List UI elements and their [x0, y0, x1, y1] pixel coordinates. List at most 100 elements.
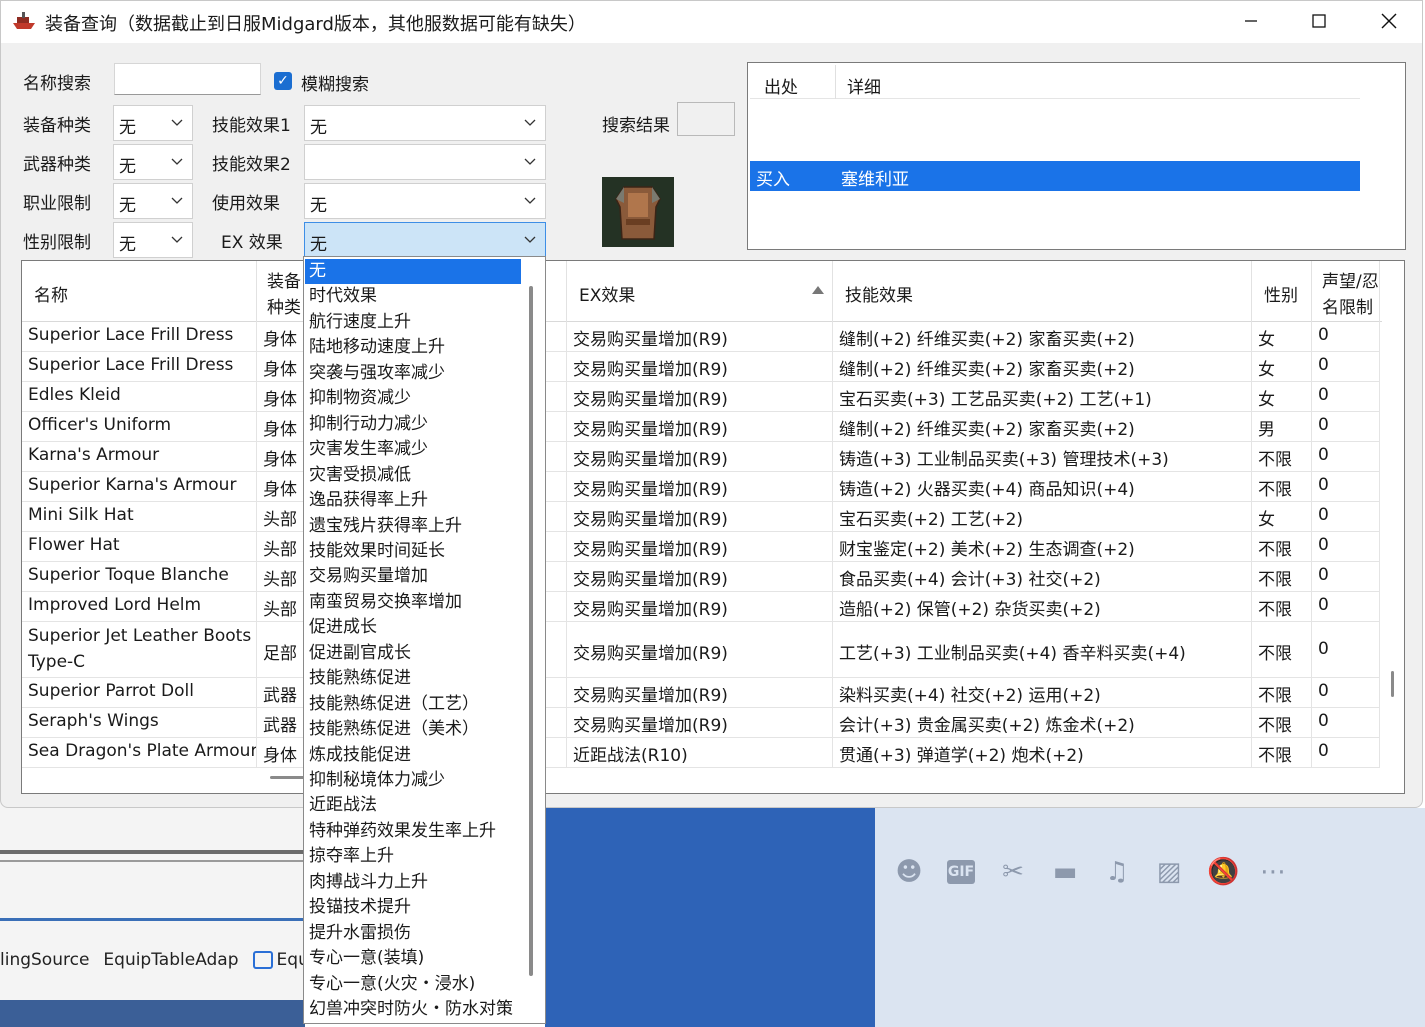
cell-type: 武器 — [257, 708, 305, 737]
dropdown-option[interactable]: 灾害发生率减少 — [305, 437, 521, 462]
dropdown-option[interactable]: 陆地移动速度上升 — [305, 335, 521, 360]
dropdown-option[interactable]: 掠夺率上升 — [305, 844, 521, 869]
cell-ex: 交易购买量增加(R9) — [567, 532, 833, 561]
dropdown-option[interactable]: 肉搏战斗力上升 — [305, 870, 521, 895]
close-button[interactable] — [1354, 1, 1424, 41]
folder-icon[interactable]: ▬ — [1051, 858, 1079, 886]
dropdown-option[interactable]: 灾害受损减低 — [305, 463, 521, 488]
table-row[interactable]: Superior Lace Frill Dress 身体 交易购买量增加(R9) 缝制… — [22, 352, 1380, 382]
skill-effect-1-select[interactable]: 无 — [304, 105, 546, 141]
col-ex-header[interactable]: EX效果 — [567, 261, 833, 322]
gender-limit-select[interactable]: 无 — [113, 222, 193, 258]
equip-type-select[interactable]: 无 — [113, 105, 193, 141]
image-icon[interactable]: ▨ — [1155, 858, 1183, 886]
fuzzy-search-checkbox[interactable]: ✓ — [274, 72, 292, 90]
detail-header[interactable]: 详细 — [847, 73, 881, 98]
cell-name: Superior Jet Leather Boots Type-C — [22, 622, 257, 677]
column-separator — [835, 65, 836, 99]
dropdown-option[interactable]: 投锚技术提升 — [305, 895, 521, 920]
dropdown-option[interactable]: 幻兽冲突时防火・防水对策 — [305, 997, 521, 1022]
dropdown-option[interactable]: 突袭与强攻率减少 — [305, 361, 521, 386]
cell-fame: 0 — [1312, 532, 1380, 561]
dropdown-scrollbar-thumb[interactable] — [529, 286, 533, 976]
cell-ex: 近距战法(R10) — [567, 738, 833, 767]
minimize-button[interactable] — [1216, 1, 1286, 41]
ide-tray-item[interactable]: Equip — [252, 950, 305, 970]
mute-bell-icon[interactable]: 🔕 — [1207, 858, 1239, 886]
weapon-type-select[interactable]: 无 — [113, 144, 193, 180]
dropdown-option[interactable]: 技能效果时间延长 — [305, 539, 521, 564]
music-icon[interactable]: ♫ — [1103, 858, 1131, 886]
table-row[interactable]: Officer's Uniform 身体 交易购买量增加(R9) 缝制(+2) 纤维买… — [22, 412, 1380, 442]
maximize-icon — [1312, 14, 1326, 28]
col-fame-header[interactable]: 声望/忍 名限制 — [1312, 261, 1380, 322]
dropdown-option[interactable]: 南蛮贸易交换率增加 — [305, 590, 521, 615]
gender-limit-label: 性别限制 — [23, 233, 91, 253]
dropdown-option[interactable]: 遗宝残片获得率上升 — [305, 514, 521, 539]
table-row[interactable]: Superior Lace Frill Dress 身体 交易购买量增加(R9) 缝制… — [22, 322, 1380, 352]
cell-type: 头部 — [257, 532, 305, 561]
table-row[interactable]: Sea Dragon's Plate Armour 身体 近距战法(R10) 贯通(+… — [22, 738, 1380, 768]
dropdown-option[interactable]: 航行速度上升 — [305, 310, 521, 335]
dropdown-option[interactable]: 技能熟练促进（工艺） — [305, 692, 521, 717]
job-limit-select[interactable]: 无 — [113, 183, 193, 219]
table-row[interactable]: Superior Parrot Doll 武器 交易购买量增加(R9) 染料买卖(+4… — [22, 678, 1380, 708]
dropdown-option[interactable]: 炼成技能促进 — [305, 743, 521, 768]
ide-tray-item[interactable]: EquipTableAdap — [103, 950, 238, 970]
use-effect-select[interactable]: 无 — [304, 183, 546, 219]
table-row[interactable]: Seraph's Wings 武器 交易购买量增加(R9) 会计(+3) 贵金属买卖(… — [22, 708, 1380, 738]
dropdown-option[interactable]: 无 — [305, 259, 521, 284]
col-type-header[interactable]: 装备 种类 — [257, 261, 305, 322]
title-bar[interactable]: 装备查询（数据截止到日服Midgard版本，其他服数据可能有缺失） — [1, 1, 1422, 43]
dropdown-option[interactable]: 专心一意(装填) — [305, 946, 521, 971]
table-row[interactable]: Improved Lord Helm 头部 交易购买量增加(R9) 造船(+2) 保管… — [22, 592, 1380, 622]
table-row[interactable]: Superior Toque Blanche 头部 交易购买量增加(R9) 食品买卖(… — [22, 562, 1380, 592]
dropdown-option[interactable]: 抑制物资减少 — [305, 386, 521, 411]
scissors-icon[interactable]: ✂ — [999, 858, 1027, 886]
ide-tray-item[interactable]: lingSource — [0, 950, 89, 970]
source-row-selected[interactable]: 买入 塞维利亚 — [750, 161, 1360, 191]
dropdown-option[interactable]: 逸品获得率上升 — [305, 488, 521, 513]
dropdown-option[interactable]: 时代效果 — [305, 284, 521, 309]
dropdown-option[interactable]: 交易购买量增加 — [305, 564, 521, 589]
dropdown-option[interactable]: 近距战法 — [305, 793, 521, 818]
table-row[interactable]: Karna's Armour 身体 交易购买量增加(R9) 铸造(+3) 工业制品买卖… — [22, 442, 1380, 472]
cell-fame: 0 — [1312, 678, 1380, 707]
table-row[interactable]: Edles Kleid 身体 交易购买量增加(R9) 宝石买卖(+3) 工艺品买卖(+… — [22, 382, 1380, 412]
dropdown-option[interactable]: 技能熟练促进 — [305, 666, 521, 691]
source-listview[interactable]: 出处 详细 买入 塞维利亚 — [747, 62, 1406, 250]
table-row[interactable]: Flower Hat 头部 交易购买量增加(R9) 财宝鉴定(+2) 美术(+2) 生… — [22, 532, 1380, 562]
table-row[interactable]: Superior Karna's Armour 身体 交易购买量增加(R9) 铸造(+… — [22, 472, 1380, 502]
dropdown-option[interactable]: 专心一意(火灾・浸水) — [305, 972, 521, 997]
dropdown-option[interactable]: 提升水雷损伤 — [305, 921, 521, 946]
col-name-header[interactable]: 名称 — [22, 261, 257, 322]
equipment-table[interactable]: 名称 装备 种类 EX效果 技能效果 性别 声望/忍 名限制 Superior La… — [21, 260, 1405, 794]
dropdown-option[interactable]: 抑制行动力减少 — [305, 412, 521, 437]
cell-gender: 不限 — [1252, 708, 1312, 737]
cell-fame: 0 — [1312, 412, 1380, 441]
gif-icon[interactable]: GIF — [947, 860, 975, 884]
weapon-type-label: 武器种类 — [23, 155, 91, 175]
vertical-scrollbar-thumb[interactable] — [1391, 671, 1394, 697]
table-row[interactable]: Superior Jet Leather Boots Type-C 足部 交易购买量增… — [22, 622, 1380, 678]
emoji-icon[interactable]: ☻ — [895, 858, 923, 886]
cell-type: 身体 — [257, 472, 305, 501]
source-header[interactable]: 出处 — [764, 73, 798, 98]
ship-app-icon — [13, 12, 35, 29]
skill-effect-2-select[interactable] — [304, 144, 546, 180]
more-icon[interactable]: ⋯ — [1259, 858, 1287, 886]
table-row[interactable]: Mini Silk Hat 头部 交易购买量增加(R9) 宝石买卖(+2) 工艺(+2… — [22, 502, 1380, 532]
cell-type: 身体 — [257, 352, 305, 381]
dropdown-option[interactable]: 抑制秘境体力减少 — [305, 768, 521, 793]
dropdown-option[interactable]: 促进成长 — [305, 615, 521, 640]
dropdown-option[interactable]: 特种弹药效果发生率上升 — [305, 819, 521, 844]
ex-effect-select[interactable]: 无 — [304, 222, 546, 258]
dropdown-option[interactable]: 促进副官成长 — [305, 641, 521, 666]
ex-effect-dropdown-list[interactable]: 无时代效果 航行速度上升 陆地移动速度上升 突袭与强攻率减少 抑制物资减少 抑制行动力减少… — [303, 256, 546, 1024]
dropdown-option[interactable]: 技能熟练促进（美术） — [305, 717, 521, 742]
name-search-input[interactable] — [114, 63, 261, 95]
col-gender-header[interactable]: 性别 — [1252, 261, 1312, 322]
ide-divider — [0, 860, 305, 862]
col-skill-header[interactable]: 技能效果 — [833, 261, 1252, 322]
maximize-button[interactable] — [1284, 1, 1354, 41]
